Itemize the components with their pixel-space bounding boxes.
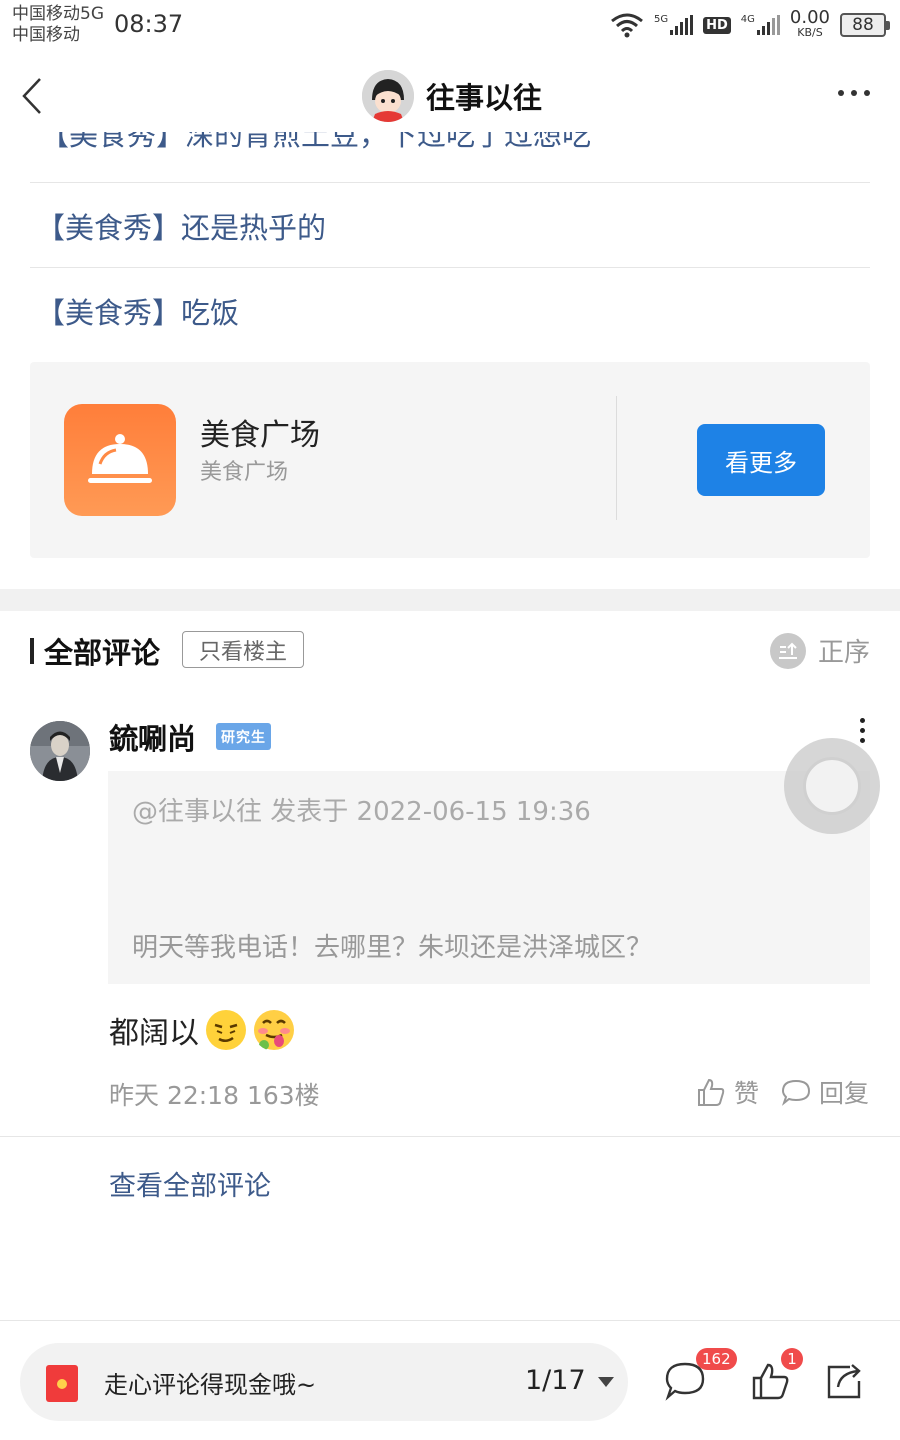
sort-icon (769, 632, 806, 669)
comment-body: 都阔以 (109, 1008, 295, 1052)
comment-count-badge: 162 (696, 1348, 737, 1370)
section-separator (0, 589, 900, 611)
page-indicator[interactable]: 1/17 (525, 1365, 586, 1396)
page-title: 往事以往 (426, 81, 543, 115)
thumbs-up-icon (698, 1078, 725, 1106)
thread-page: 中国移动5G 中国移动 08:37 5G HD 4G 0.00 KB/S 88 … (0, 0, 900, 1440)
sort-toggle[interactable]: 正序 (769, 632, 870, 669)
quote-text: 明天等我电话！去哪里？朱坝还是洪泽城区？ (132, 933, 653, 963)
comment-username[interactable]: 鋶唰尚 (109, 716, 196, 758)
like-count-badge: 1 (781, 1348, 803, 1370)
like-button[interactable]: 赞 (696, 1074, 759, 1110)
signal-bars-icon (756, 15, 780, 35)
signal-bars-icon (670, 15, 694, 35)
battery-level: 88 (852, 15, 874, 35)
status-bar: 中国移动5G 中国移动 08:37 5G HD 4G 0.00 KB/S 88 (0, 0, 900, 50)
signal-5g: 5G (654, 14, 694, 35)
floating-assist-button[interactable] (784, 738, 880, 834)
signal-4g: 4G (741, 15, 780, 35)
like-label: 赞 (734, 1079, 760, 1108)
thread-item-cut[interactable]: 【美食秀】深的青煎土豆，下过吃了过想吃 (40, 130, 840, 162)
comment-placeholder: 走心评论得现金哦~ (104, 1371, 317, 1399)
divider (30, 267, 870, 268)
comment-text: 都阔以 (109, 1016, 199, 1051)
net-speed: 0.00 KB/S (789, 7, 830, 40)
chevron-left-icon[interactable] (20, 76, 48, 116)
comment-time-floor: 昨天 22:18 163楼 (109, 1081, 320, 1110)
forum-name: 美食广场 (200, 418, 320, 453)
more-horizontal-icon[interactable] (838, 90, 870, 96)
more-vertical-icon[interactable] (860, 718, 865, 743)
share-icon[interactable] (824, 1361, 866, 1401)
red-packet-icon (46, 1365, 78, 1402)
wifi-icon (611, 13, 643, 38)
carrier-info: 中国移动5G 中国移动 (12, 4, 104, 46)
quote-meta: @往事以往 发表于 2022-06-15 19:36 (132, 797, 591, 827)
caret-down-icon[interactable] (598, 1377, 614, 1387)
comment-input[interactable]: 走心评论得现金哦~ 1/17 (20, 1343, 628, 1421)
title-group[interactable]: 往事以往 (362, 70, 542, 122)
forum-card[interactable]: 美食广场 美食广场 看更多 (30, 362, 870, 558)
food-cloche-icon (64, 404, 176, 516)
avatar[interactable] (362, 70, 414, 122)
cartoon-avatar-icon (362, 70, 414, 122)
comments-title: 全部评论 (44, 636, 161, 670)
yummy-emoji-icon (254, 1010, 294, 1050)
battery-icon: 88 (840, 13, 890, 37)
top-nav: 往事以往 (0, 60, 900, 132)
divider (616, 396, 617, 520)
carrier-1: 中国移动5G (12, 4, 104, 24)
speech-bubble-icon (781, 1079, 811, 1106)
level-badge: 研究生 (216, 723, 271, 750)
speed-unit: KB/S (797, 26, 823, 39)
bottom-toolbar: 走心评论得现金哦~ 1/17 162 1 (0, 1320, 900, 1440)
net-4g-label: 4G (740, 14, 755, 25)
section-marker (30, 638, 34, 664)
view-all-comments-link[interactable]: 查看全部评论 (109, 1164, 271, 1203)
reply-button[interactable]: 回复 (781, 1074, 869, 1110)
thread-item-label: 【美食秀】深的青煎土豆，下过吃了过想吃 (40, 130, 592, 152)
divider (30, 182, 870, 183)
status-time: 08:37 (114, 10, 184, 38)
see-more-button[interactable]: 看更多 (697, 424, 825, 496)
user-photo-icon (30, 721, 90, 781)
thread-item[interactable]: 【美食秀】吃饭 (36, 290, 239, 332)
status-indicators: 5G HD 4G 0.00 KB/S 88 (610, 7, 890, 42)
reply-label: 回复 (819, 1079, 870, 1108)
divider (0, 1136, 900, 1137)
avatar[interactable] (30, 721, 90, 781)
sort-label: 正序 (817, 638, 870, 668)
speed-value: 0.00 (789, 7, 830, 28)
hd-badge: HD (703, 16, 731, 34)
carrier-2: 中国移动 (12, 25, 80, 45)
net-5g-label: 5G (654, 14, 669, 25)
only-host-button[interactable]: 只看楼主 (182, 631, 304, 668)
quoted-post[interactable]: @往事以往 发表于 2022-06-15 19:36 明天等我电话！去哪里？朱坝… (108, 771, 870, 984)
smirk-emoji-icon (206, 1010, 246, 1050)
thread-item[interactable]: 【美食秀】还是热乎的 (36, 205, 326, 247)
forum-subtitle: 美食广场 (200, 460, 289, 485)
